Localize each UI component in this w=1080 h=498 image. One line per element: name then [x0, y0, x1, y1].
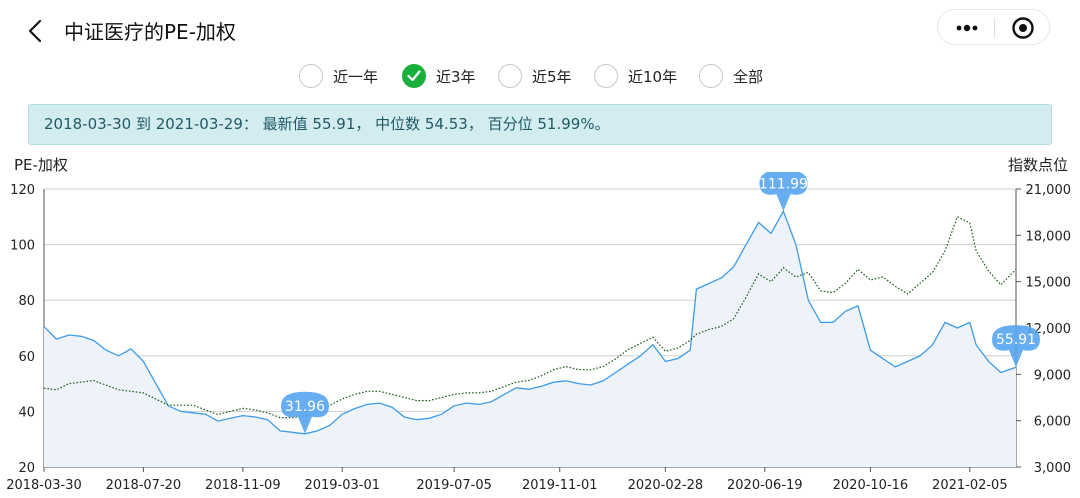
left-tick-label: 60	[18, 350, 35, 365]
capsule-divider	[994, 18, 995, 38]
chevron-left-icon[interactable]	[24, 18, 46, 44]
x-tick-label: 2020-02-28	[628, 478, 704, 493]
radio-icon	[299, 64, 323, 88]
x-tick-label: 2020-10-16	[833, 478, 909, 493]
right-tick-label: 3,000	[1034, 461, 1071, 476]
x-tick-label: 2021-02-05	[932, 478, 1008, 493]
radio-checked-icon	[402, 64, 426, 88]
range-label: 近5年	[532, 67, 572, 86]
x-tick-label: 2020-06-19	[727, 478, 803, 493]
value-marker-label: 31.96	[285, 399, 325, 415]
left-tick-label: 80	[18, 294, 35, 309]
mini-program-capsule	[937, 9, 1050, 45]
range-label: 全部	[733, 67, 764, 86]
left-tick-label: 120	[10, 183, 35, 198]
left-tick-label: 20	[18, 461, 35, 476]
summary-banner: 2018-03-30 到 2021-03-29： 最新值 55.91， 中位数 …	[28, 104, 1052, 145]
right-tick-label: 15,000	[1026, 276, 1072, 291]
range-option-10y[interactable]: 近10年	[594, 62, 677, 90]
radio-icon	[699, 64, 723, 88]
right-tick-label: 6,000	[1034, 415, 1071, 430]
value-marker-label: 111.99	[759, 176, 808, 192]
range-option-3y[interactable]: 近3年	[402, 62, 476, 90]
range-label: 近10年	[628, 67, 678, 86]
x-tick-label: 2018-07-20	[106, 478, 182, 493]
more-dots-icon[interactable]	[952, 18, 982, 38]
left-tick-label: 40	[18, 405, 35, 420]
pe-area-fill	[44, 211, 1016, 467]
range-option-all[interactable]: 全部	[699, 62, 763, 90]
x-tick-label: 2018-03-30	[6, 478, 82, 493]
range-label: 近一年	[333, 67, 379, 86]
pe-index-chart: 204060801001203,0006,0009,00012,00015,00…	[6, 172, 1072, 493]
x-tick-label: 2019-07-05	[416, 478, 492, 493]
nav-header: 中证医疗的PE-加权	[0, 0, 1080, 62]
right-tick-label: 18,000	[1026, 229, 1072, 244]
time-range-selector: 近一年 近3年 近5年 近10年 全部	[0, 62, 1080, 90]
target-icon[interactable]	[1011, 16, 1035, 40]
left-tick-label: 100	[10, 239, 35, 254]
radio-icon	[498, 64, 522, 88]
range-option-5y[interactable]: 近5年	[498, 62, 572, 90]
x-tick-label: 2018-11-09	[205, 478, 281, 493]
radio-icon	[594, 64, 618, 88]
range-option-1y[interactable]: 近一年	[299, 62, 378, 90]
value-marker-label: 55.91	[996, 332, 1036, 348]
page-title: 中证医疗的PE-加权	[64, 20, 236, 44]
x-tick-label: 2019-03-01	[304, 478, 380, 493]
x-tick-label: 2019-11-01	[522, 478, 598, 493]
right-tick-label: 21,000	[1026, 183, 1072, 198]
range-label: 近3年	[436, 67, 476, 86]
right-tick-label: 9,000	[1034, 368, 1071, 383]
